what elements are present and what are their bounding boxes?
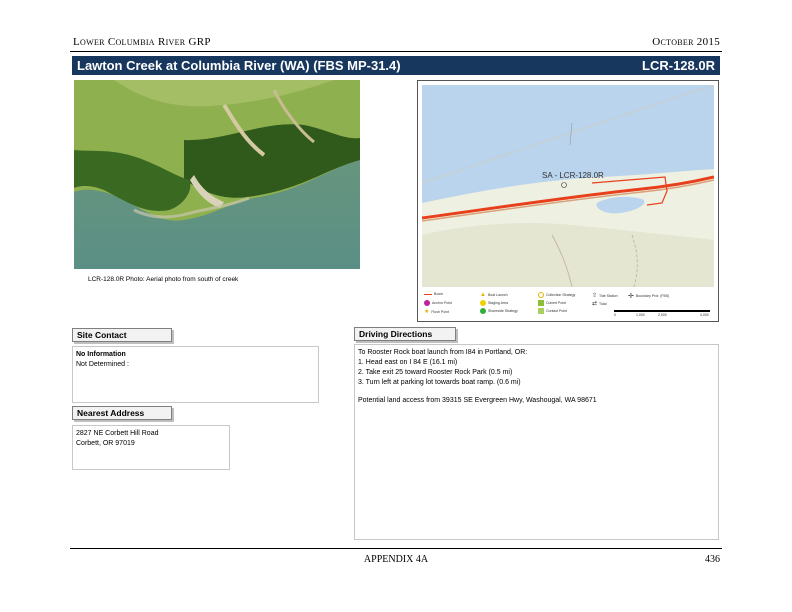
- arrow-up-icon: ⇧: [592, 293, 598, 299]
- legend-item-collection-strategy: Collection Strategy: [538, 292, 575, 298]
- legend-item-anchor-point: Anchor Point: [424, 300, 452, 306]
- map-site-label: SA - LCR-128.0R: [542, 171, 604, 180]
- scale-bar: 0 1,000 2,000 4,000: [614, 310, 710, 317]
- footer-rule: [70, 548, 722, 549]
- directions-line: 2. Take exit 25 toward Rooster Rock Park…: [358, 369, 513, 376]
- legend-item-boom: Boom: [424, 292, 443, 296]
- header-rule: [70, 51, 722, 52]
- legend-item-tidal: ⇄ Tidal: [592, 301, 607, 307]
- footer-appendix: APPENDIX 4A: [363, 554, 429, 565]
- legend-item-boat-launch: ▲ Boat Launch: [480, 292, 508, 298]
- legend-item-staging-area: Staging Area: [480, 300, 508, 306]
- aerial-photo: [74, 80, 360, 269]
- site-contact-heading: Site Contact: [72, 328, 172, 342]
- culvert-point-icon: [538, 300, 544, 306]
- map-legend: Boom Anchor Point ★ Flush Point ▲ Boat L…: [422, 290, 714, 320]
- scale-label-1: 1,000: [636, 313, 645, 317]
- boom-line-icon: [424, 293, 432, 295]
- contact-detail: Not Determined :: [76, 361, 129, 368]
- legend-item-flush-point: ★ Flush Point: [424, 309, 449, 315]
- site-code: LCR-128.0R: [642, 58, 715, 73]
- address-line-2: Corbett, OR 97019: [76, 440, 135, 447]
- double-arrow-icon: ⇄: [592, 301, 598, 307]
- directions-line: 3. Turn left at parking lot towards boat…: [358, 379, 521, 386]
- scale-label-3: 4,000: [700, 313, 709, 317]
- site-map: SA - LCR-128.0R Boom Anchor Point ★ Flus…: [417, 80, 719, 322]
- compass-icon: ✛: [628, 293, 634, 300]
- photo-caption: LCR-128.0R Photo: Aerial photo from sout…: [88, 276, 239, 283]
- directions-line: 1. Head east on I 84 E (16.1 mi): [358, 359, 458, 366]
- address-line-1: 2827 NE Corbett Hill Road: [76, 430, 159, 437]
- shoreside-strategy-icon: [480, 308, 486, 314]
- contact-point-icon: [538, 308, 544, 314]
- page-number: 436: [705, 554, 720, 565]
- site-contact-box: No Information Not Determined :: [72, 346, 319, 403]
- header-document-title: Lower Columbia River GRP: [73, 36, 211, 48]
- anchor-point-icon: [424, 300, 430, 306]
- collection-strategy-icon: [538, 292, 544, 298]
- legend-item-contact-point: Contact Point: [538, 308, 567, 314]
- site-title: Lawton Creek at Columbia River (WA) (FBS…: [77, 58, 401, 73]
- scale-label-0: 0: [614, 313, 616, 317]
- header-date: October 2015: [652, 36, 720, 48]
- star-icon: ★: [424, 309, 430, 315]
- nearest-address-heading: Nearest Address: [72, 406, 172, 420]
- staging-area-icon: [480, 300, 486, 306]
- scale-label-2: 2,000: [658, 313, 667, 317]
- legend-item-tide-station: ⇧ Tide Station: [592, 293, 618, 299]
- driving-directions-box: To Rooster Rock boat launch from I84 in …: [354, 344, 719, 540]
- legend-item-culvert-point: Culvert Point: [538, 300, 566, 306]
- legend-item-shoreside-strategy: Shoreside Strategy: [480, 308, 518, 314]
- directions-line: To Rooster Rock boat launch from I84 in …: [358, 349, 528, 356]
- triangle-icon: ▲: [480, 292, 486, 298]
- legend-item-boundary: ✛ Boundary Prot. (FBS): [628, 293, 670, 300]
- map-image: SA - LCR-128.0R: [422, 85, 714, 287]
- contact-name: No Information: [76, 351, 126, 358]
- driving-directions-heading: Driving Directions: [354, 327, 456, 341]
- nearest-address-box: 2827 NE Corbett Hill Road Corbett, OR 97…: [72, 425, 230, 470]
- directions-note: Potential land access from 39315 SE Ever…: [358, 397, 597, 404]
- site-title-bar: Lawton Creek at Columbia River (WA) (FBS…: [72, 56, 720, 75]
